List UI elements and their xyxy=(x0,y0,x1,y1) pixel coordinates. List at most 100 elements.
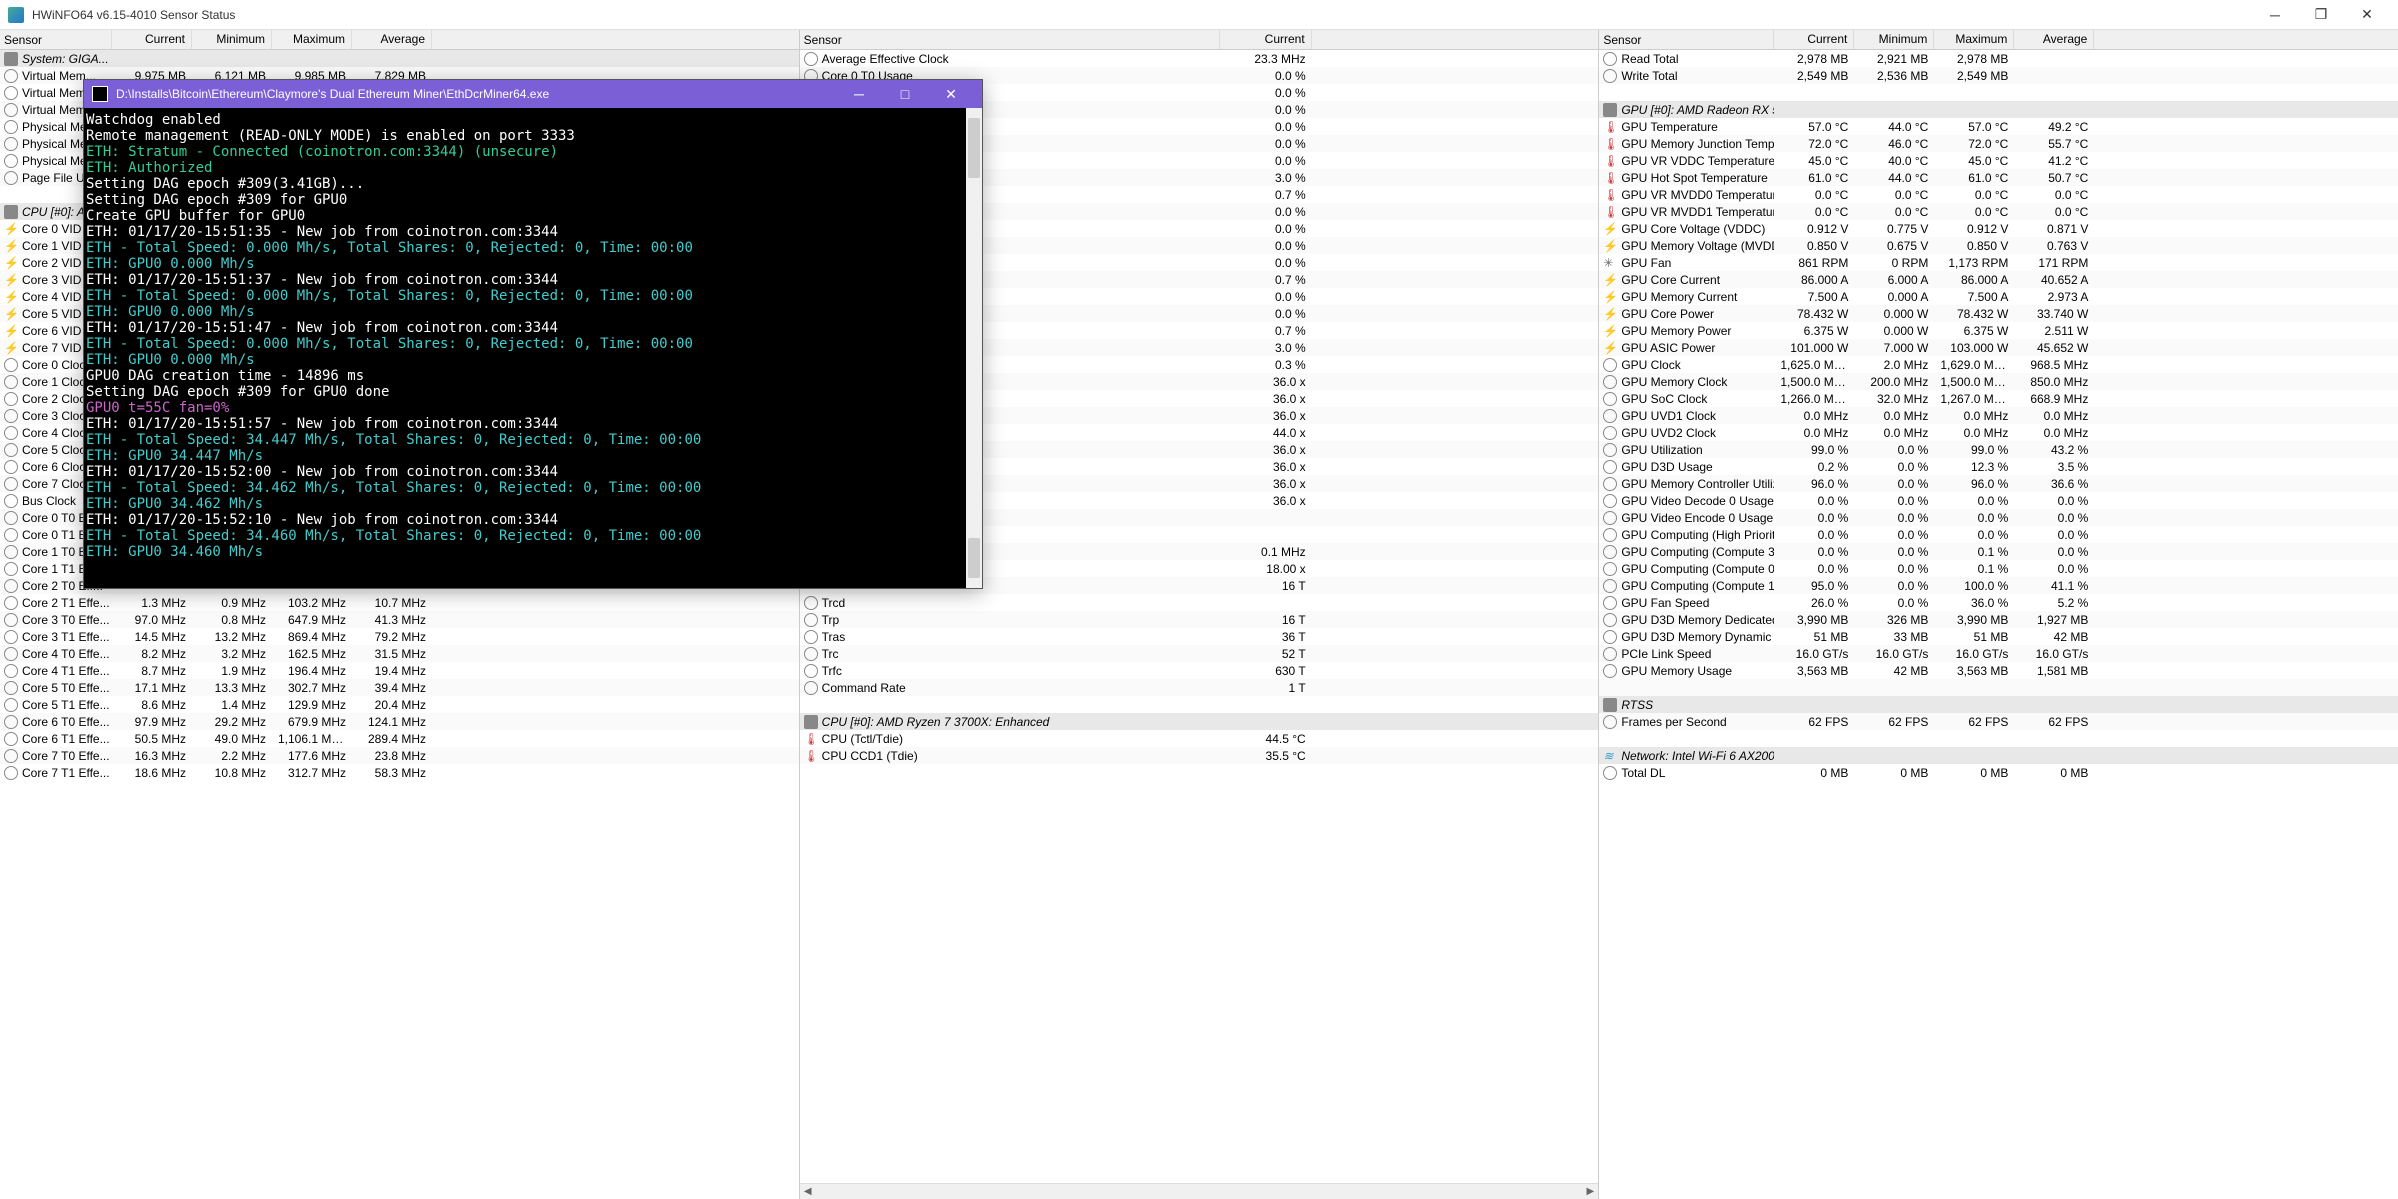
terminal-maximize-button[interactable]: □ xyxy=(882,80,928,108)
terminal-close-button[interactable]: ✕ xyxy=(928,80,974,108)
sensor-row[interactable]: ⚡GPU Core Voltage (VDDC)0.912 V0.775 V0.… xyxy=(1599,220,2398,237)
sensor-row[interactable]: ⚡GPU ASIC Power101.000 W7.000 W103.000 W… xyxy=(1599,339,2398,356)
panel3-body[interactable]: Read Total2,978 MB2,921 MB2,978 MBWrite … xyxy=(1599,50,2398,1199)
sensor-row[interactable]: ⚡GPU Memory Voltage (MVDDC)0.850 V0.675 … xyxy=(1599,237,2398,254)
col-maximum[interactable]: Maximum xyxy=(1934,30,2014,49)
sensor-group-row[interactable]: GPU [#0]: AMD Radeon RX 57... xyxy=(1599,101,2398,118)
sensor-max-value: 679.9 MHz xyxy=(272,715,352,729)
col-current[interactable]: Current xyxy=(1774,30,1854,49)
sensor-row[interactable]: 🌡GPU Memory Junction Temper...72.0 °C46.… xyxy=(1599,135,2398,152)
col-sensor[interactable]: Sensor xyxy=(1599,30,1774,49)
sensor-row[interactable]: Trfc630 T xyxy=(800,662,1599,679)
sensor-row[interactable]: Core 3 T0 Effe...97.0 MHz0.8 MHz647.9 MH… xyxy=(0,611,799,628)
col-average[interactable]: Average xyxy=(352,30,432,49)
sensor-row[interactable]: 🌡GPU Hot Spot Temperature61.0 °C44.0 °C6… xyxy=(1599,169,2398,186)
sensor-row[interactable]: GPU Video Decode 0 Usage0.0 %0.0 %0.0 %0… xyxy=(1599,492,2398,509)
col-minimum[interactable]: Minimum xyxy=(192,30,272,49)
sensor-row[interactable]: Core 4 T0 Effe...8.2 MHz3.2 MHz162.5 MHz… xyxy=(0,645,799,662)
sensor-name-label: Read Total xyxy=(1621,52,1678,66)
sensor-row[interactable] xyxy=(800,696,1599,713)
sensor-row[interactable]: GPU Computing (Compute 0) U...0.0 %0.0 %… xyxy=(1599,560,2398,577)
sensor-row[interactable]: Command Rate1 T xyxy=(800,679,1599,696)
col-minimum[interactable]: Minimum xyxy=(1854,30,1934,49)
sensor-row[interactable]: 🌡GPU VR MVDD1 Temperature0.0 °C0.0 °C0.0… xyxy=(1599,203,2398,220)
sensor-row[interactable]: Trc52 T xyxy=(800,645,1599,662)
col-current[interactable]: Current xyxy=(112,30,192,49)
sensor-row[interactable]: GPU D3D Memory Dedicated3,990 MB326 MB3,… xyxy=(1599,611,2398,628)
sensor-name-cell: 🌡GPU VR VDDC Temperature xyxy=(1599,154,1774,168)
sensor-row[interactable]: ⚡GPU Core Power78.432 W0.000 W78.432 W33… xyxy=(1599,305,2398,322)
sensor-row[interactable]: GPU Fan Speed26.0 %0.0 %36.0 %5.2 % xyxy=(1599,594,2398,611)
terminal-scrollbar[interactable] xyxy=(966,108,982,588)
sensor-row[interactable]: 🌡CPU (Tctl/Tdie)44.5 °C xyxy=(800,730,1599,747)
sensor-row[interactable]: ✳GPU Fan861 RPM0 RPM1,173 RPM171 RPM xyxy=(1599,254,2398,271)
terminal-scroll-up-thumb[interactable] xyxy=(968,118,980,178)
col-average[interactable]: Average xyxy=(2014,30,2094,49)
sensor-row[interactable]: 🌡GPU Temperature57.0 °C44.0 °C57.0 °C49.… xyxy=(1599,118,2398,135)
col-sensor[interactable]: Sensor xyxy=(800,30,1220,49)
sensor-row[interactable]: 🌡CPU CCD1 (Tdie)35.5 °C xyxy=(800,747,1599,764)
sensor-row[interactable]: GPU Computing (High Priority C...0.0 %0.… xyxy=(1599,526,2398,543)
sensor-group-row[interactable]: CPU [#0]: AMD Ryzen 7 3700X: Enhanced xyxy=(800,713,1599,730)
sensor-row[interactable]: GPU Clock1,625.0 MHz2.0 MHz1,629.0 MHz96… xyxy=(1599,356,2398,373)
sensor-row[interactable]: Write Total2,549 MB2,536 MB2,549 MB xyxy=(1599,67,2398,84)
sensor-row[interactable]: GPU Computing (Compute 1) U...95.0 %0.0 … xyxy=(1599,577,2398,594)
maximize-button[interactable]: ❐ xyxy=(2298,0,2344,30)
sensor-row[interactable]: Core 3 T1 Effe...14.5 MHz13.2 MHz869.4 M… xyxy=(0,628,799,645)
sensor-row[interactable]: GPU Utilization99.0 %0.0 %99.0 %43.2 % xyxy=(1599,441,2398,458)
sensor-row[interactable]: GPU Memory Usage3,563 MB42 MB3,563 MB1,5… xyxy=(1599,662,2398,679)
sensor-group-row[interactable]: System: GIGA... xyxy=(0,50,799,67)
sensor-row[interactable]: Trcd xyxy=(800,594,1599,611)
sensor-row[interactable]: Read Total2,978 MB2,921 MB2,978 MB xyxy=(1599,50,2398,67)
sensor-row[interactable]: PCIe Link Speed16.0 GT/s16.0 GT/s16.0 GT… xyxy=(1599,645,2398,662)
sensor-row[interactable]: Core 5 T0 Effe...17.1 MHz13.3 MHz302.7 M… xyxy=(0,679,799,696)
sensor-row[interactable]: Frames per Second62 FPS62 FPS62 FPS62 FP… xyxy=(1599,713,2398,730)
sensor-row[interactable]: Core 7 T0 Effe...16.3 MHz2.2 MHz177.6 MH… xyxy=(0,747,799,764)
sensor-row[interactable]: Tras36 T xyxy=(800,628,1599,645)
sensor-row[interactable] xyxy=(1599,84,2398,101)
terminal-window[interactable]: D:\Installs\Bitcoin\Ethereum\Claymore's … xyxy=(83,79,983,589)
col-sensor[interactable]: Sensor xyxy=(0,30,112,49)
sensor-row[interactable]: 🌡GPU VR MVDD0 Temperature0.0 °C0.0 °C0.0… xyxy=(1599,186,2398,203)
panel2-header[interactable]: Sensor Current xyxy=(800,30,1599,50)
sensor-row[interactable]: GPU Memory Clock1,500.0 MHz200.0 MHz1,50… xyxy=(1599,373,2398,390)
sensor-row[interactable]: Core 6 T1 Effe...50.5 MHz49.0 MHz1,106.1… xyxy=(0,730,799,747)
sensor-row[interactable]: ⚡GPU Core Current86.000 A6.000 A86.000 A… xyxy=(1599,271,2398,288)
sensor-row[interactable]: ⚡GPU Memory Current7.500 A0.000 A7.500 A… xyxy=(1599,288,2398,305)
sensor-group-row[interactable]: RTSS xyxy=(1599,696,2398,713)
sensor-row[interactable] xyxy=(1599,730,2398,747)
terminal-scroll-down-thumb[interactable] xyxy=(968,538,980,578)
col-current[interactable]: Current xyxy=(1220,30,1312,49)
minimize-button[interactable]: ─ xyxy=(2252,0,2298,30)
sensor-group-row[interactable]: ≋Network: Intel Wi-Fi 6 AX200 1... xyxy=(1599,747,2398,764)
sensor-row[interactable]: Average Effective Clock23.3 MHz xyxy=(800,50,1599,67)
col-maximum[interactable]: Maximum xyxy=(272,30,352,49)
sensor-row[interactable] xyxy=(1599,679,2398,696)
scroll-left-button[interactable]: ◀ xyxy=(800,1184,816,1199)
sensor-row[interactable]: Core 5 T1 Effe...8.6 MHz1.4 MHz129.9 MHz… xyxy=(0,696,799,713)
terminal-titlebar[interactable]: D:\Installs\Bitcoin\Ethereum\Claymore's … xyxy=(84,80,982,108)
horizontal-scrollbar[interactable]: ◀ ▶ xyxy=(800,1183,1599,1199)
terminal-body[interactable]: Watchdog enabledRemote management (READ-… xyxy=(84,108,982,588)
sensor-row[interactable]: GPU UVD1 Clock0.0 MHz0.0 MHz0.0 MHz0.0 M… xyxy=(1599,407,2398,424)
sensor-row[interactable]: Trp16 T xyxy=(800,611,1599,628)
sensor-row[interactable]: GPU Memory Controller Utilizati...96.0 %… xyxy=(1599,475,2398,492)
sensor-row[interactable]: GPU D3D Memory Dynamic51 MB33 MB51 MB42 … xyxy=(1599,628,2398,645)
sensor-row[interactable]: Core 6 T0 Effe...97.9 MHz29.2 MHz679.9 M… xyxy=(0,713,799,730)
panel3-header[interactable]: Sensor Current Minimum Maximum Average xyxy=(1599,30,2398,50)
sensor-row[interactable]: GPU Video Encode 0 Usage0.0 %0.0 %0.0 %0… xyxy=(1599,509,2398,526)
sensor-row[interactable]: ⚡GPU Memory Power6.375 W0.000 W6.375 W2.… xyxy=(1599,322,2398,339)
close-button[interactable]: ✕ xyxy=(2344,0,2390,30)
sensor-row[interactable]: GPU SoC Clock1,266.0 MHz32.0 MHz1,267.0 … xyxy=(1599,390,2398,407)
sensor-row[interactable]: GPU Computing (Compute 3) U...0.0 %0.0 %… xyxy=(1599,543,2398,560)
terminal-minimize-button[interactable]: ─ xyxy=(836,80,882,108)
sensor-row[interactable]: Core 4 T1 Effe...8.7 MHz1.9 MHz196.4 MHz… xyxy=(0,662,799,679)
panel1-header[interactable]: Sensor Current Minimum Maximum Average xyxy=(0,30,799,50)
sensor-row[interactable]: GPU D3D Usage0.2 %0.0 %12.3 %3.5 % xyxy=(1599,458,2398,475)
sensor-row[interactable]: Total DL0 MB0 MB0 MB0 MB xyxy=(1599,764,2398,781)
sensor-row[interactable]: GPU UVD2 Clock0.0 MHz0.0 MHz0.0 MHz0.0 M… xyxy=(1599,424,2398,441)
scroll-right-button[interactable]: ▶ xyxy=(1582,1184,1598,1199)
sensor-row[interactable]: 🌡GPU VR VDDC Temperature45.0 °C40.0 °C45… xyxy=(1599,152,2398,169)
sensor-row[interactable]: Core 2 T1 Effe...1.3 MHz0.9 MHz103.2 MHz… xyxy=(0,594,799,611)
sensor-row[interactable]: Core 7 T1 Effe...18.6 MHz10.8 MHz312.7 M… xyxy=(0,764,799,781)
